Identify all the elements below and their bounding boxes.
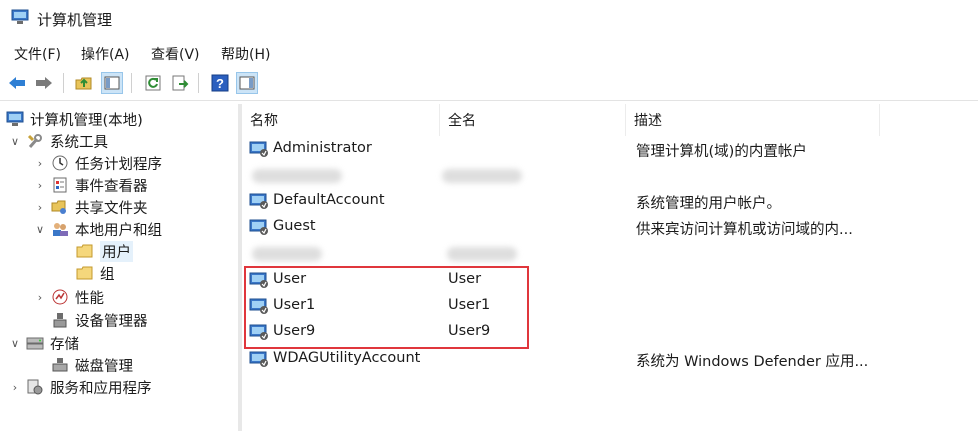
menu-bar: 文件(F) 操作(A) 查看(V) 帮助(H) xyxy=(0,38,978,66)
tree-item-task-scheduler[interactable]: › 任务计划程序 xyxy=(33,152,162,174)
tree-item-device-manager[interactable]: 设备管理器 xyxy=(33,309,148,331)
refresh-icon[interactable] xyxy=(142,72,164,94)
tree-item-groups[interactable]: 组 xyxy=(58,262,115,284)
account-description: 供来宾访问计算机或访问域的内... xyxy=(636,222,853,238)
services-icon xyxy=(26,378,44,396)
chevron-right-icon[interactable]: › xyxy=(33,201,47,214)
menu-view[interactable]: 查看(V) xyxy=(151,44,200,64)
shared-folder-icon xyxy=(51,198,69,216)
computer-management-icon xyxy=(11,9,29,25)
chevron-right-icon[interactable]: › xyxy=(33,291,47,304)
tree-label: 计算机管理(本地) xyxy=(30,112,143,129)
tree-item-disk-management[interactable]: 磁盘管理 xyxy=(33,354,133,376)
back-arrow-icon[interactable] xyxy=(6,72,28,94)
tree-label: 设备管理器 xyxy=(75,313,148,330)
chevron-right-icon[interactable]: › xyxy=(33,157,47,170)
chevron-down-icon[interactable]: ∨ xyxy=(8,135,22,148)
toolbar: ? xyxy=(0,66,978,101)
menu-file[interactable]: 文件(F) xyxy=(14,44,61,64)
tree-item-users[interactable]: 用户 xyxy=(58,240,133,262)
tree-item-services-apps[interactable]: › 服务和应用程序 xyxy=(8,376,152,398)
chevron-right-icon[interactable]: › xyxy=(8,381,22,394)
account-name: DefaultAccount xyxy=(273,192,385,208)
table-row[interactable]: WDAGUtilityAccount 系统为 Windows Defender … xyxy=(242,347,978,373)
table-row[interactable] xyxy=(242,241,978,267)
tree-item-system-tools[interactable]: ∨ 系统工具 xyxy=(8,130,108,152)
show-hide-tree-icon[interactable] xyxy=(101,72,123,94)
show-hide-action-pane-icon[interactable] xyxy=(236,72,258,94)
account-description: 管理计算机(域)的内置帐户 xyxy=(636,144,807,160)
tree-label: 存储 xyxy=(50,336,79,353)
tree-label: 组 xyxy=(100,266,115,283)
tree-label: 事件查看器 xyxy=(75,178,148,195)
export-list-icon[interactable] xyxy=(169,72,191,94)
tree-root[interactable]: 计算机管理(本地) xyxy=(6,108,143,130)
console-tree: 计算机管理(本地) ∨ 系统工具 › 任务计划程序 › 事件查看器 › 共享文件… xyxy=(0,104,238,431)
tree-label: 共享文件夹 xyxy=(75,200,148,217)
computer-management-icon xyxy=(6,110,24,128)
tree-item-event-viewer[interactable]: › 事件查看器 xyxy=(33,174,148,196)
forward-arrow-icon[interactable] xyxy=(33,72,55,94)
redacted-fullname xyxy=(442,169,522,183)
tree-item-performance[interactable]: › 性能 xyxy=(33,286,104,308)
chevron-right-icon[interactable]: › xyxy=(33,179,47,192)
tree-item-local-users-groups[interactable]: ∨ 本地用户和组 xyxy=(33,218,162,240)
tree-item-storage[interactable]: ∨ 存储 xyxy=(8,332,79,354)
folder-icon xyxy=(76,264,94,282)
tree-label: 服务和应用程序 xyxy=(50,380,152,397)
account-name: Administrator xyxy=(273,140,372,156)
tree-label: 系统工具 xyxy=(50,134,108,151)
table-row[interactable]: DefaultAccount 系统管理的用户帐户。 xyxy=(242,189,978,215)
tree-label: 任务计划程序 xyxy=(75,156,162,173)
performance-icon xyxy=(51,288,69,306)
tree-label: 用户 xyxy=(100,240,133,262)
toolbar-separator xyxy=(131,73,132,93)
column-header-fullname[interactable]: 全名 xyxy=(440,104,626,136)
column-header-name[interactable]: 名称 xyxy=(242,104,440,136)
users-group-icon xyxy=(51,220,69,238)
menu-help[interactable]: 帮助(H) xyxy=(221,44,270,64)
title-bar: 计算机管理 xyxy=(0,0,978,38)
table-row[interactable]: Administrator 管理计算机(域)的内置帐户 xyxy=(242,137,978,163)
event-viewer-icon xyxy=(51,176,69,194)
clock-icon xyxy=(51,154,69,172)
highlight-box xyxy=(244,266,529,349)
chevron-down-icon[interactable]: ∨ xyxy=(8,337,22,350)
toolbar-separator xyxy=(198,73,199,93)
account-description: 系统为 Windows Defender 应用... xyxy=(636,354,869,370)
user-account-icon xyxy=(249,141,271,159)
account-name: Guest xyxy=(273,218,316,234)
user-account-icon xyxy=(249,219,271,237)
svg-text:?: ? xyxy=(216,76,224,91)
folder-icon xyxy=(76,242,94,260)
column-header-description[interactable]: 描述 xyxy=(626,104,880,136)
account-description: 系统管理的用户帐户。 xyxy=(636,196,781,212)
table-row[interactable]: Guest 供来宾访问计算机或访问域的内... xyxy=(242,215,978,241)
help-icon[interactable]: ? xyxy=(209,72,231,94)
device-manager-icon xyxy=(51,311,69,329)
tree-label: 本地用户和组 xyxy=(75,222,162,239)
user-account-icon xyxy=(249,193,271,211)
user-account-icon xyxy=(249,351,271,369)
menu-action[interactable]: 操作(A) xyxy=(81,44,130,64)
redacted-name xyxy=(252,247,322,261)
redacted-fullname xyxy=(447,247,517,261)
up-folder-icon[interactable] xyxy=(73,72,95,94)
window-title: 计算机管理 xyxy=(37,11,113,29)
tree-label: 磁盘管理 xyxy=(75,358,133,375)
toolbar-separator xyxy=(63,73,64,93)
account-name: WDAGUtilityAccount xyxy=(273,350,421,366)
chevron-down-icon[interactable]: ∨ xyxy=(33,223,47,236)
tree-item-shared-folders[interactable]: › 共享文件夹 xyxy=(33,196,148,218)
table-row[interactable] xyxy=(242,163,978,189)
storage-icon xyxy=(26,334,44,352)
redacted-name xyxy=(252,169,342,183)
tree-label: 性能 xyxy=(75,290,104,307)
tools-icon xyxy=(26,132,44,150)
disk-management-icon xyxy=(51,356,69,374)
